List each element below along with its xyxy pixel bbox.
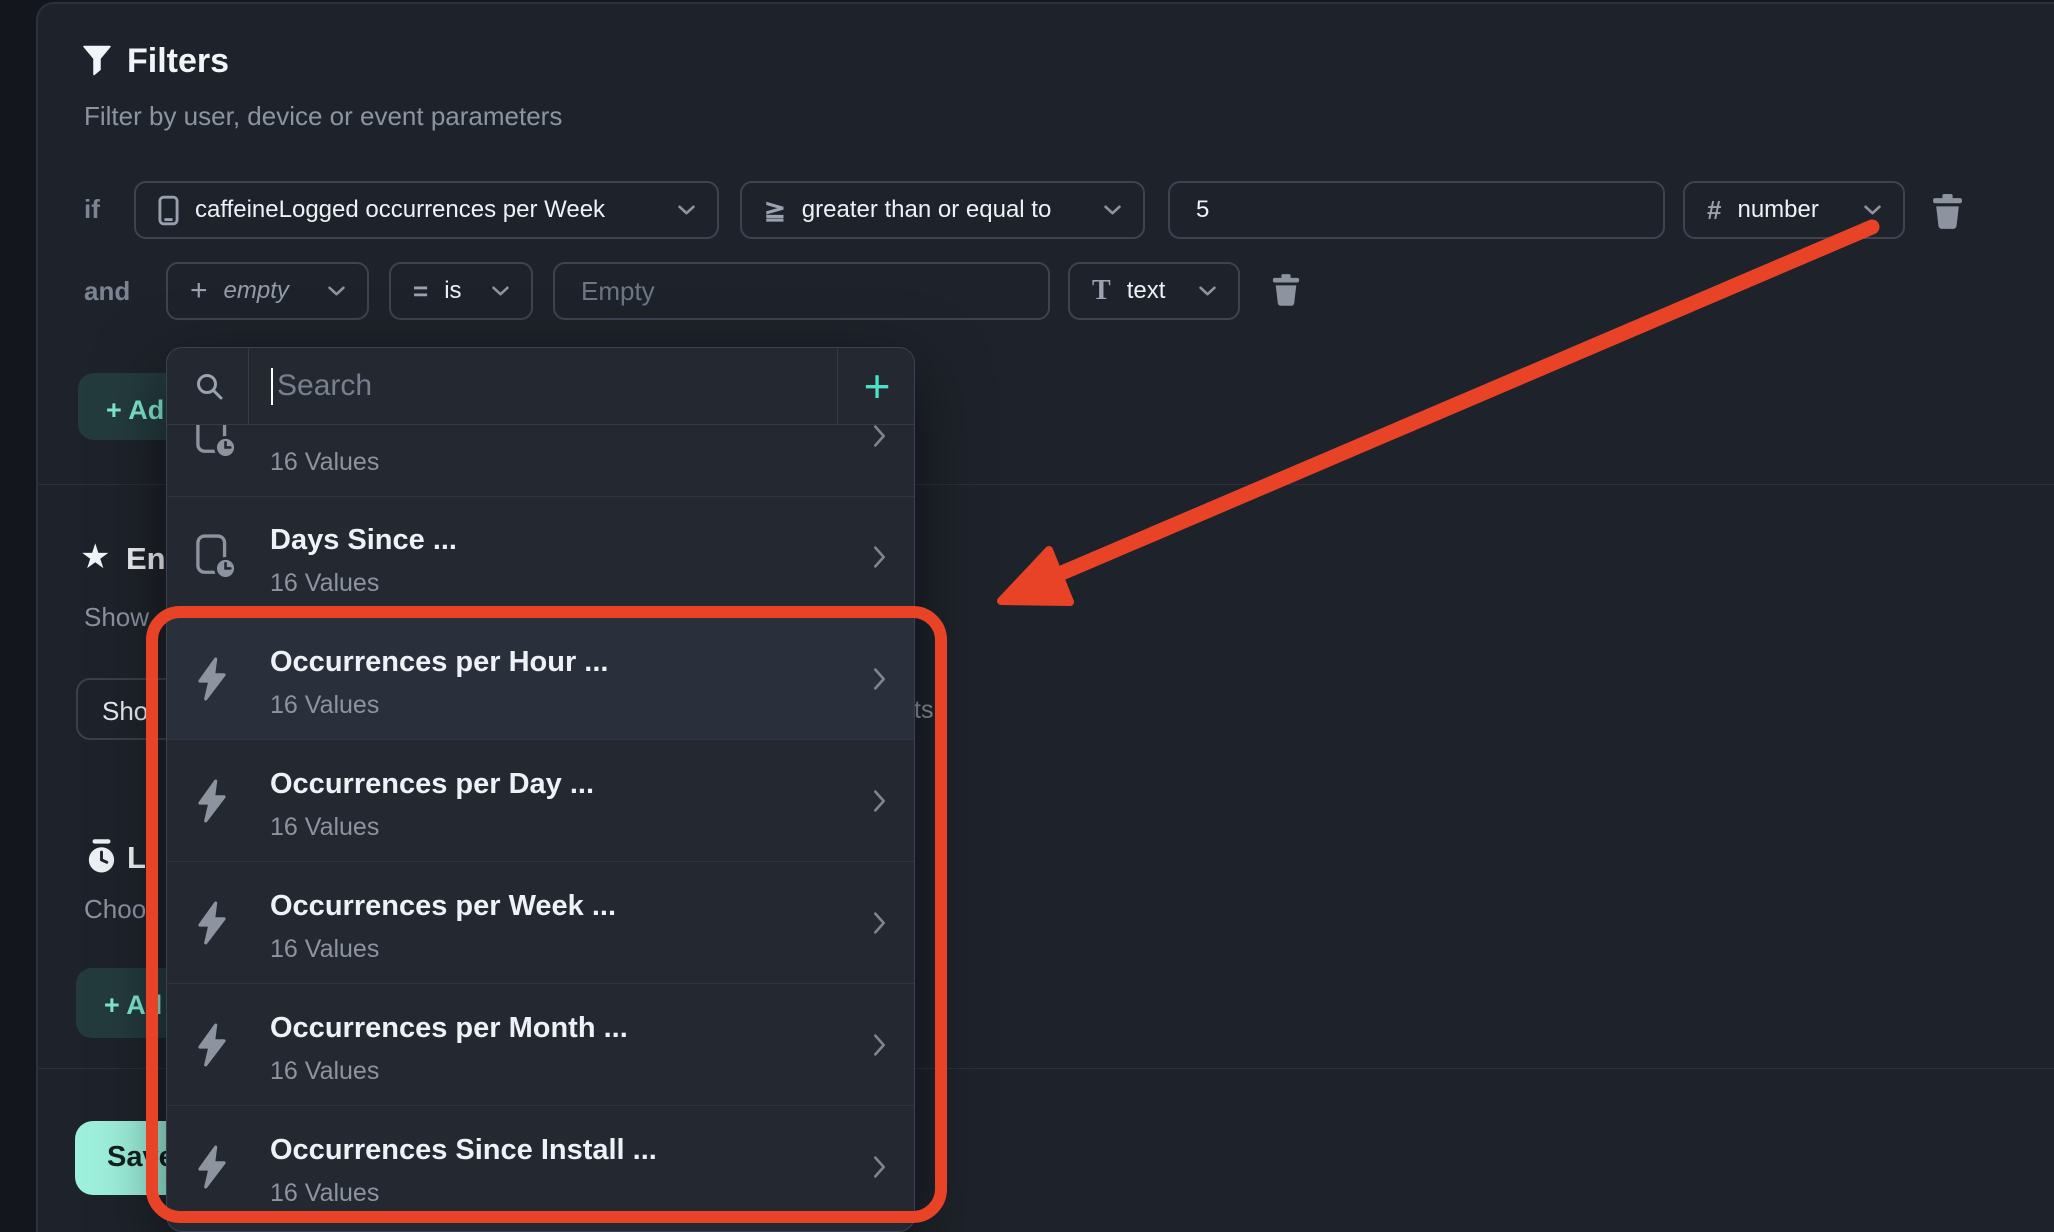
add-filter-button-label: + Ad bbox=[106, 395, 164, 426]
stopwatch-icon bbox=[85, 838, 118, 879]
chevron-down-icon bbox=[678, 205, 695, 215]
limits-heading: L bbox=[127, 840, 146, 876]
chevron-right-icon bbox=[873, 424, 886, 447]
chevron-down-icon bbox=[492, 286, 509, 296]
text-type-icon: T bbox=[1092, 275, 1111, 307]
condition-prefix-and: and bbox=[84, 276, 130, 307]
chevron-down-icon bbox=[328, 286, 345, 296]
type-select-2[interactable]: T text bbox=[1068, 262, 1240, 320]
search-input[interactable]: Search bbox=[277, 369, 372, 403]
list-item-title: Days Since ... bbox=[270, 524, 457, 557]
show-button-label: Sho bbox=[102, 696, 148, 727]
field-select-1-label: caffeineLogged occurrences per Week bbox=[195, 196, 605, 224]
hash-icon: # bbox=[1707, 195, 1721, 226]
condition-prefix-if: if bbox=[84, 194, 100, 225]
days-since-icon bbox=[196, 424, 236, 459]
operator-select-1[interactable]: ≧ greater than or equal to bbox=[740, 181, 1145, 239]
operator-select-2[interactable]: = is bbox=[389, 262, 533, 320]
field-select-1[interactable]: caffeineLogged occurrences per Week bbox=[134, 181, 719, 239]
search-icon bbox=[195, 372, 225, 407]
operator-select-1-label: greater than or equal to bbox=[802, 196, 1052, 224]
add-attribute-button[interactable]: + bbox=[838, 348, 916, 424]
operator-select-2-label: is bbox=[444, 277, 461, 305]
value-input-1[interactable]: 5 bbox=[1168, 181, 1665, 239]
type-select-2-label: text bbox=[1127, 277, 1166, 305]
list-item[interactable]: 16 Values bbox=[167, 424, 914, 497]
chevron-down-icon bbox=[1104, 205, 1121, 215]
page-title: Filters bbox=[127, 42, 229, 81]
list-item-values: 16 Values bbox=[270, 569, 379, 598]
type-select-1[interactable]: # number bbox=[1683, 181, 1905, 239]
greater-equal-icon: ≧ bbox=[764, 195, 786, 226]
field-select-2-label: empty bbox=[224, 277, 289, 305]
value-input-2-placeholder: Empty bbox=[581, 276, 655, 307]
value-input-1-text: 5 bbox=[1196, 196, 1209, 224]
value-input-2[interactable]: Empty bbox=[553, 262, 1050, 320]
text-cursor bbox=[271, 368, 273, 405]
engagement-heading: En bbox=[126, 541, 166, 577]
field-select-2[interactable]: + empty bbox=[166, 262, 369, 320]
delete-filter-1-trash-icon[interactable] bbox=[1932, 194, 1963, 234]
engagement-description: Show bbox=[84, 602, 149, 633]
funnel-icon bbox=[83, 45, 111, 81]
phone-icon bbox=[158, 195, 179, 226]
equals-icon: = bbox=[413, 276, 428, 307]
list-item[interactable]: Days Since ... 16 Values bbox=[167, 496, 914, 618]
search-divider bbox=[248, 348, 249, 424]
plus-icon: + bbox=[190, 274, 208, 308]
annotation-highlight-rectangle bbox=[146, 606, 947, 1223]
days-since-icon bbox=[196, 534, 236, 580]
star-icon: ★ bbox=[80, 537, 110, 577]
list-item-values: 16 Values bbox=[270, 448, 379, 477]
delete-filter-2-trash-icon[interactable] bbox=[1272, 274, 1300, 311]
dropdown-search-row: Search + bbox=[167, 348, 914, 424]
type-select-1-label: number bbox=[1737, 196, 1818, 224]
screenshot-root: Filters Filter by user, device or event … bbox=[0, 0, 2054, 1232]
chevron-right-icon bbox=[873, 545, 886, 568]
chevron-down-icon bbox=[1199, 286, 1216, 296]
page-subtitle: Filter by user, device or event paramete… bbox=[84, 101, 562, 132]
chevron-down-icon bbox=[1864, 205, 1881, 215]
